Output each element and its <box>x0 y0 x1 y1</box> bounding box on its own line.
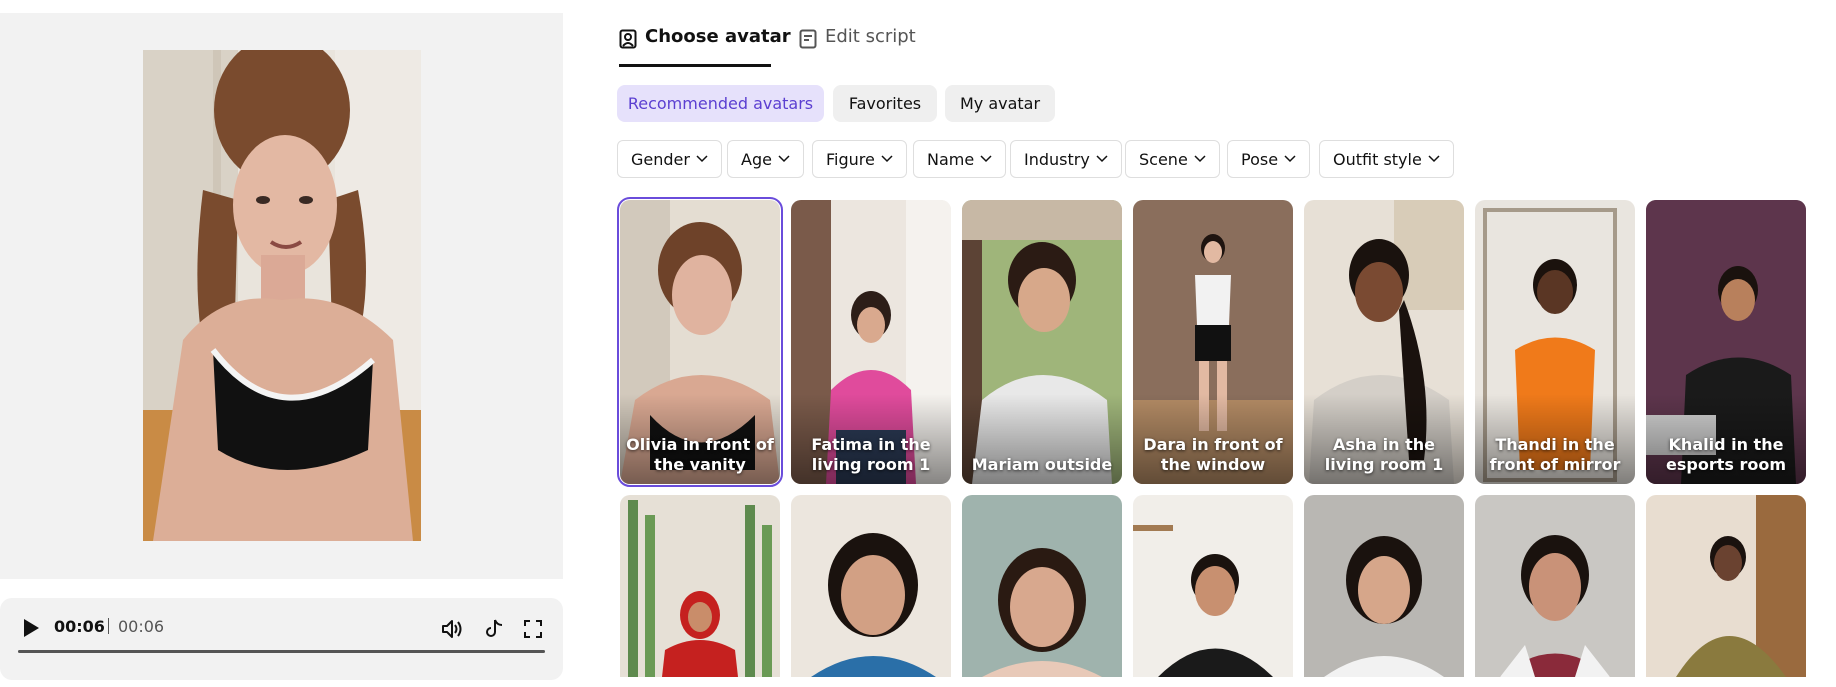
progress-fill <box>18 650 545 653</box>
filter-label: Figure <box>826 149 875 169</box>
pill-my-avatar[interactable]: My avatar <box>945 85 1055 122</box>
pill-label: Favorites <box>848 94 922 113</box>
filter-gender[interactable]: Gender <box>617 140 722 178</box>
avatar-name: Fatima in the living room 1 <box>811 435 931 474</box>
avatar-name: Mariam outside <box>971 455 1113 474</box>
player-controls: 00:06 00:06 <box>0 598 563 680</box>
tab-edit-script[interactable]: Edit script <box>799 26 916 66</box>
filter-label: Pose <box>1241 149 1279 169</box>
preview-image <box>143 50 421 541</box>
filter-age[interactable]: Age <box>727 140 804 178</box>
filter-outfit-style[interactable]: Outfit style <box>1319 140 1454 178</box>
volume-icon[interactable] <box>439 616 465 642</box>
avatar-name: Asha in the living room 1 <box>1324 435 1444 474</box>
progress-bar[interactable] <box>18 650 545 653</box>
avatar-card[interactable] <box>1646 495 1806 677</box>
avatar-card[interactable]: Asha in the living room 1 <box>1304 200 1464 484</box>
pill-label: My avatar <box>959 94 1041 113</box>
avatar-card[interactable] <box>1133 495 1293 677</box>
filter-industry[interactable]: Industry <box>1010 140 1122 178</box>
total-time: 00:06 <box>118 617 165 636</box>
avatar-name: Thandi in the front of mirror <box>1489 435 1621 474</box>
chevron-down-icon <box>1284 155 1296 163</box>
avatar-card[interactable] <box>620 495 780 677</box>
avatar-card[interactable]: Dara in front of the window <box>1133 200 1293 484</box>
avatar-name: Khalid in the esports room <box>1666 435 1786 474</box>
play-icon[interactable] <box>19 616 43 640</box>
time-divider <box>108 618 109 634</box>
avatar-thumbnail <box>1475 495 1635 677</box>
fullscreen-icon[interactable] <box>520 616 546 642</box>
avatar-thumbnail <box>791 495 951 677</box>
current-time: 00:06 <box>54 617 105 636</box>
avatar-thumbnail <box>962 495 1122 677</box>
chevron-down-icon <box>696 155 708 163</box>
chevron-down-icon <box>881 155 893 163</box>
avatar-preview-video[interactable] <box>143 50 421 541</box>
filter-label: Gender <box>631 149 690 169</box>
avatar-name: Olivia in front of the vanity <box>626 435 774 474</box>
avatar-thumbnail <box>1646 495 1806 677</box>
pill-favorites[interactable]: Favorites <box>833 85 937 122</box>
tiktok-icon[interactable] <box>481 616 507 642</box>
tab-edit-script-label: Edit script <box>825 26 916 47</box>
avatar-card[interactable]: Mariam outside <box>962 200 1122 484</box>
avatar-card[interactable]: Khalid in the esports room <box>1646 200 1806 484</box>
chevron-down-icon <box>778 155 790 163</box>
avatar-thumbnail <box>1133 495 1293 677</box>
filter-label: Scene <box>1139 149 1188 169</box>
tab-choose-avatar-label: Choose avatar <box>645 26 791 47</box>
avatar-card[interactable] <box>1304 495 1464 677</box>
filter-name[interactable]: Name <box>913 140 1007 178</box>
chevron-down-icon <box>1428 155 1440 163</box>
chevron-down-icon <box>1096 155 1108 163</box>
avatar-card[interactable] <box>1475 495 1635 677</box>
app-root: 00:06 00:06 Choose avatar Edit script Re… <box>0 0 1836 687</box>
avatar-name: Dara in front of the window <box>1143 435 1283 474</box>
pill-recommended-avatars[interactable]: Recommended avatars <box>617 85 824 122</box>
avatar-icon <box>619 29 637 49</box>
avatar-thumbnail <box>1304 495 1464 677</box>
filter-label: Industry <box>1024 149 1090 169</box>
filter-label: Outfit style <box>1333 149 1422 169</box>
filter-label: Age <box>741 149 772 169</box>
avatar-card[interactable] <box>962 495 1122 677</box>
avatar-card[interactable]: Olivia in front of the vanity <box>617 197 783 487</box>
script-icon <box>799 29 817 49</box>
tab-active-indicator <box>619 64 771 67</box>
chevron-down-icon <box>1194 155 1206 163</box>
tab-choose-avatar[interactable]: Choose avatar <box>619 26 791 67</box>
video-preview-panel <box>0 13 563 579</box>
avatar-card[interactable] <box>791 495 951 677</box>
filter-scene[interactable]: Scene <box>1125 140 1220 178</box>
avatar-thumbnail <box>620 495 780 677</box>
avatar-card[interactable]: Fatima in the living room 1 <box>791 200 951 484</box>
filter-label: Name <box>927 149 975 169</box>
avatar-card[interactable]: Thandi in the front of mirror <box>1475 200 1635 484</box>
chevron-down-icon <box>980 155 992 163</box>
filter-figure[interactable]: Figure <box>812 140 907 178</box>
filter-pose[interactable]: Pose <box>1227 140 1311 178</box>
pill-label: Recommended avatars <box>627 94 814 113</box>
